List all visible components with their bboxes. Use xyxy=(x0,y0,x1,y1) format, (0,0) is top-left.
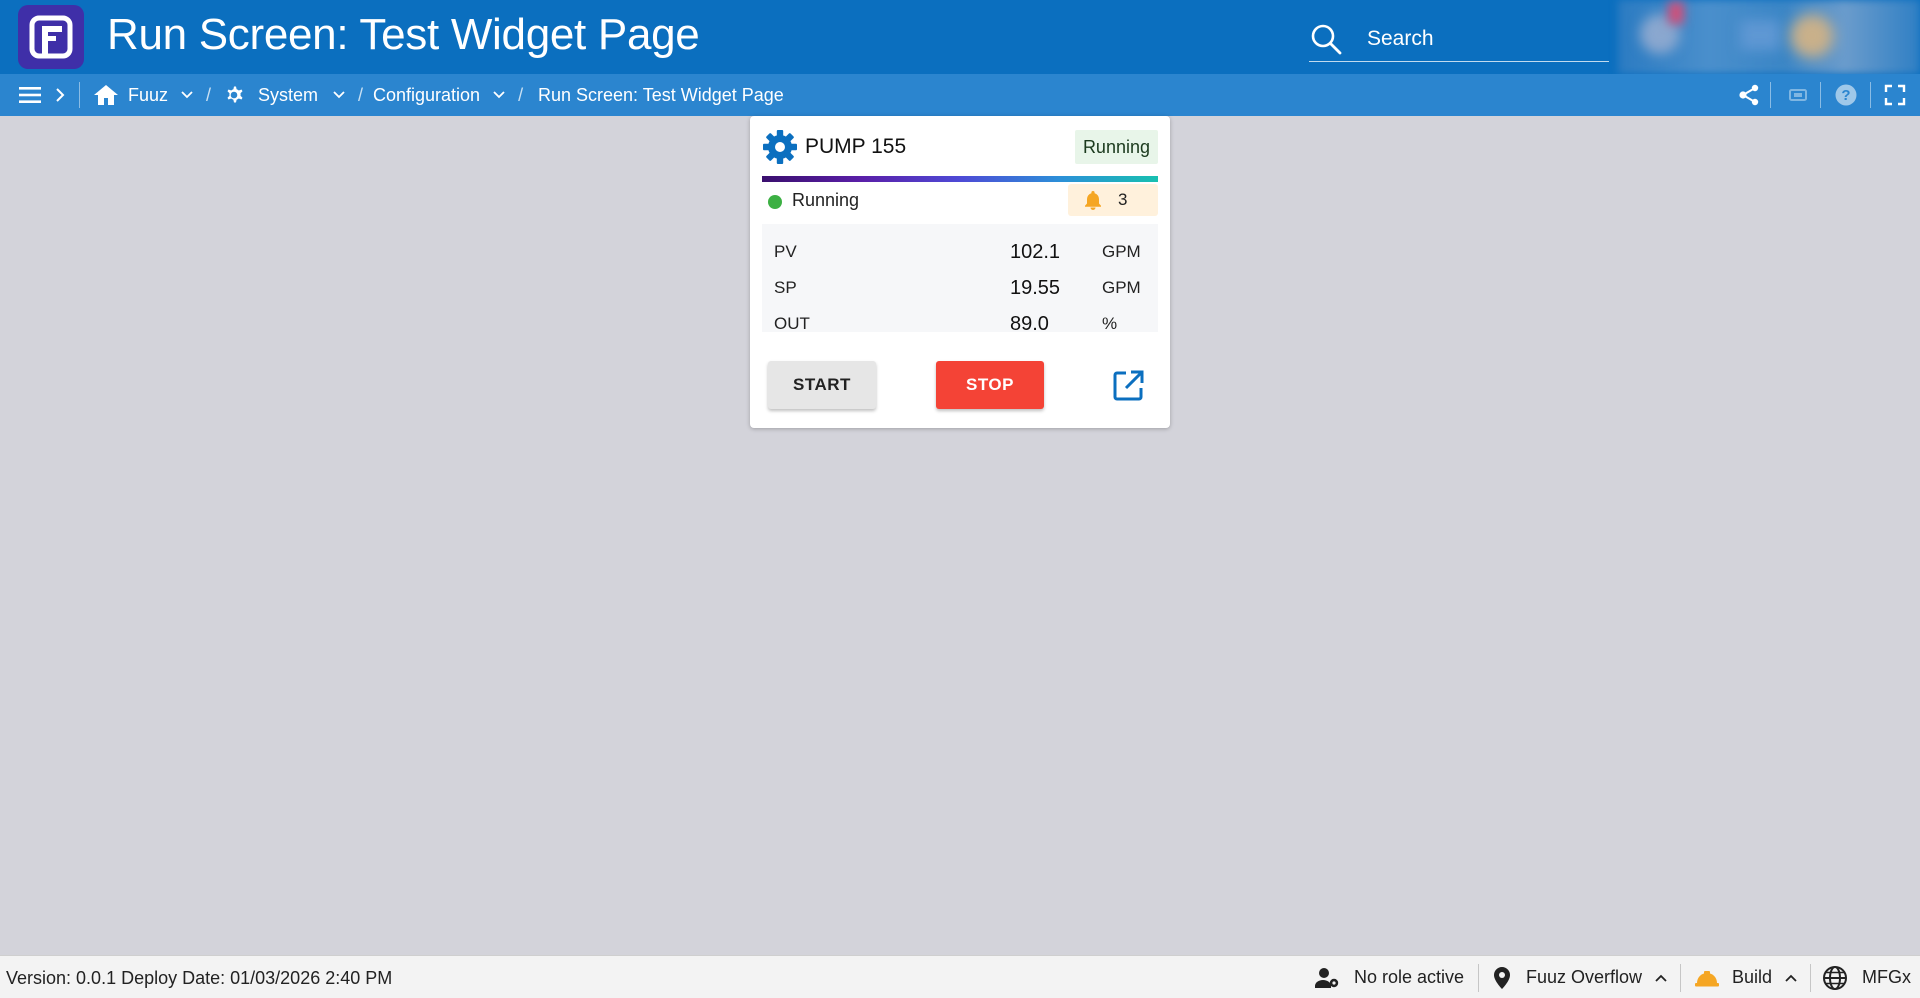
breadcrumb-label[interactable]: Fuuz xyxy=(128,85,168,106)
start-button[interactable]: START xyxy=(768,361,876,409)
globe-icon xyxy=(1823,965,1847,990)
breadcrumb-item-current: Run Screen: Test Widget Page xyxy=(538,74,784,116)
breadcrumb-label[interactable]: System xyxy=(258,85,318,106)
display-button[interactable] xyxy=(1788,74,1808,116)
app-selector[interactable]: MFGx xyxy=(1822,956,1911,998)
search-input[interactable]: Search xyxy=(1367,27,1434,51)
home-icon xyxy=(94,85,118,105)
value-label: SP xyxy=(774,278,797,297)
help-icon[interactable]: ? xyxy=(1834,83,1858,107)
mode-label[interactable]: Build xyxy=(1732,967,1772,988)
value-row-sp: SP 19.55 GPM xyxy=(762,274,1158,304)
svg-text:?: ? xyxy=(1841,87,1850,104)
gear-icon xyxy=(227,86,243,103)
logo-f-icon xyxy=(29,15,73,59)
value-row-out: OUT 89.0 % xyxy=(762,310,1158,340)
running-indicator-icon xyxy=(768,195,782,209)
value-number: 102.1 xyxy=(1010,241,1061,263)
blurred-profile-icon xyxy=(1790,14,1834,58)
breadcrumb-separator: / xyxy=(358,84,364,105)
divider xyxy=(1478,964,1479,992)
user-role-icon xyxy=(1315,967,1339,988)
value-unit: GPM xyxy=(1102,278,1141,297)
value-unit: GPM xyxy=(1102,242,1141,261)
pump-widget-card: PUMP 155 Running Running 3 PV 102.1 GPM … xyxy=(750,116,1170,428)
fullscreen-button[interactable] xyxy=(1884,74,1906,116)
page-title: Run Screen: Test Widget Page xyxy=(107,10,700,59)
role-selector[interactable]: No role active xyxy=(1314,956,1464,998)
status-footer: Version: 0.0.1 Deploy Date: 01/03/2026 2… xyxy=(0,955,1920,998)
breadcrumb-item-fuuz[interactable]: Fuuz / xyxy=(92,74,211,116)
blurred-badge-icon xyxy=(1668,2,1684,24)
process-values: PV 102.1 GPM SP 19.55 GPM OUT 89.0 % xyxy=(762,224,1158,335)
hard-hat-icon xyxy=(1695,970,1719,986)
widget-header: PUMP 155 Running xyxy=(762,130,1158,164)
value-label: OUT xyxy=(774,314,810,333)
alarm-count: 3 xyxy=(1118,190,1128,209)
chevron-up-icon[interactable] xyxy=(1654,973,1668,983)
value-label: PV xyxy=(774,242,797,261)
blurred-name-icon xyxy=(1740,20,1780,50)
expand-button[interactable] xyxy=(54,74,66,116)
state-label: Running xyxy=(792,190,860,210)
breadcrumb: Fuuz / System / Configuration / Run Scre… xyxy=(0,74,1920,116)
version-info: Version: 0.0.1 Deploy Date: 01/03/2026 2… xyxy=(6,968,393,988)
help-button[interactable]: ? xyxy=(1834,74,1858,116)
app-logo[interactable] xyxy=(18,5,84,69)
alarm-badge[interactable]: 3 xyxy=(1068,184,1158,216)
value-unit: % xyxy=(1102,314,1118,333)
bell-icon xyxy=(1085,191,1101,210)
divider xyxy=(1870,82,1871,108)
location-pin-icon xyxy=(1494,966,1510,989)
share-button[interactable] xyxy=(1738,74,1760,116)
app-header: Run Screen: Test Widget Page Search xyxy=(0,0,1920,74)
search-box[interactable]: Search xyxy=(1309,16,1609,62)
value-row-pv: PV 102.1 GPM xyxy=(762,238,1158,268)
chevron-down-icon[interactable] xyxy=(180,90,194,100)
widget-title: PUMP 155 xyxy=(805,135,907,158)
divider xyxy=(1680,964,1681,992)
chevron-right-icon[interactable] xyxy=(54,87,66,103)
chevron-down-icon[interactable] xyxy=(492,90,506,100)
hamburger-icon[interactable] xyxy=(18,85,42,105)
mode-selector[interactable]: Build xyxy=(1694,956,1798,998)
share-icon[interactable] xyxy=(1738,84,1760,106)
breadcrumb-separator: / xyxy=(518,84,524,105)
breadcrumb-item-configuration[interactable]: Configuration / xyxy=(373,74,523,116)
breadcrumb-label[interactable]: Configuration xyxy=(373,85,480,106)
display-icon[interactable] xyxy=(1788,87,1808,103)
chevron-down-icon[interactable] xyxy=(332,90,346,100)
value-number: 19.55 xyxy=(1010,277,1061,299)
location-selector[interactable]: Fuuz Overflow xyxy=(1492,956,1668,998)
gear-icon xyxy=(763,130,797,164)
status-badge: Running xyxy=(1074,130,1158,164)
divider xyxy=(79,82,80,108)
state-row: Running 3 xyxy=(762,182,1158,218)
divider xyxy=(1770,82,1771,108)
role-label[interactable]: No role active xyxy=(1354,967,1464,988)
breadcrumb-separator: / xyxy=(206,84,212,105)
search-icon[interactable] xyxy=(1309,22,1343,56)
fullscreen-icon[interactable] xyxy=(1884,84,1906,106)
stop-button[interactable]: STOP xyxy=(936,361,1044,409)
location-label[interactable]: Fuuz Overflow xyxy=(1526,967,1642,988)
breadcrumb-item-system[interactable]: System / xyxy=(222,74,363,116)
open-in-new-icon[interactable] xyxy=(1110,368,1146,404)
chevron-up-icon[interactable] xyxy=(1784,973,1798,983)
breadcrumb-label: Run Screen: Test Widget Page xyxy=(538,84,784,105)
value-number: 89.0 xyxy=(1010,313,1049,335)
app-label[interactable]: MFGx xyxy=(1862,967,1911,988)
menu-button[interactable] xyxy=(18,74,42,116)
divider xyxy=(1810,964,1811,992)
divider xyxy=(1820,82,1821,108)
